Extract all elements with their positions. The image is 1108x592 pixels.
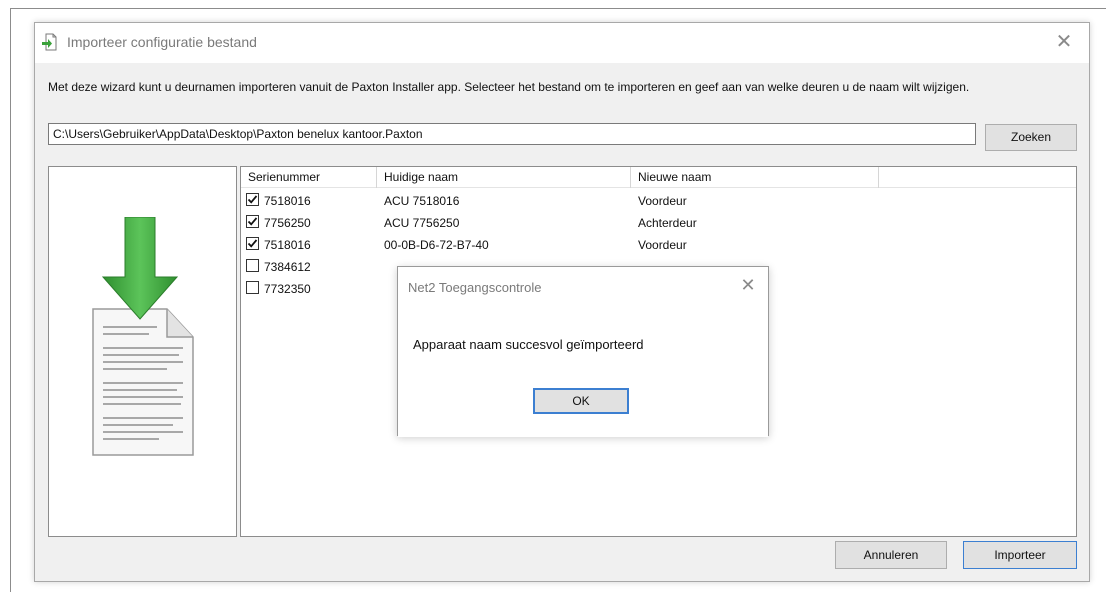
messagebox-titlebar: Net2 Toegangscontrole ✕ (398, 267, 768, 307)
cell-current-name: ACU 7756250 (384, 216, 460, 230)
column-serial[interactable]: Serienummer (241, 167, 377, 188)
import-button[interactable]: Importeer (963, 541, 1077, 569)
table-row[interactable]: 7518016 00-0B-D6-72-B7-40 Voordeur (241, 234, 1076, 256)
file-path-input[interactable] (48, 123, 976, 145)
column-new-name[interactable]: Nieuwe naam (631, 167, 879, 188)
dialog-title: Importeer configuratie bestand (67, 34, 257, 50)
cell-serial: 7518016 (264, 238, 311, 252)
close-icon[interactable]: ✕ (738, 276, 758, 296)
document-download-icon (92, 217, 194, 456)
table-row[interactable]: 7518016 ACU 7518016 Voordeur (241, 190, 1076, 212)
dialog-titlebar: Importeer configuratie bestand ✕ (35, 23, 1089, 63)
cancel-button[interactable]: Annuleren (835, 541, 947, 569)
wizard-description: Met deze wizard kunt u deurnamen importe… (48, 80, 970, 94)
cell-current-name: ACU 7518016 (384, 194, 460, 208)
cell-new-name: Voordeur (638, 238, 687, 252)
messagebox-title: Net2 Toegangscontrole (408, 280, 542, 295)
row-checkbox[interactable] (246, 237, 259, 250)
import-config-dialog: Importeer configuratie bestand ✕ Met dez… (34, 22, 1090, 582)
success-messagebox: Net2 Toegangscontrole ✕ Apparaat naam su… (397, 266, 769, 437)
messagebox-body: Apparaat naam succesvol geïmporteerd (398, 307, 768, 437)
import-file-icon (42, 33, 57, 51)
row-checkbox[interactable] (246, 193, 259, 206)
column-current-name[interactable]: Huidige naam (377, 167, 631, 188)
illustration-panel (48, 166, 237, 537)
cell-serial: 7732350 (264, 282, 311, 296)
close-icon[interactable]: ✕ (1053, 30, 1075, 52)
list-header: Serienummer Huidige naam Nieuwe naam (241, 167, 1076, 188)
cell-serial: 7756250 (264, 216, 311, 230)
table-row[interactable]: 7756250 ACU 7756250 Achterdeur (241, 212, 1076, 234)
cell-current-name: 00-0B-D6-72-B7-40 (384, 238, 489, 252)
cell-new-name: Voordeur (638, 194, 687, 208)
messagebox-message: Apparaat naam succesvol geïmporteerd (413, 337, 644, 352)
row-checkbox[interactable] (246, 259, 259, 272)
search-button[interactable]: Zoeken (985, 124, 1077, 151)
ok-button[interactable]: OK (533, 388, 629, 414)
row-checkbox[interactable] (246, 215, 259, 228)
cell-serial: 7384612 (264, 260, 311, 274)
row-checkbox[interactable] (246, 281, 259, 294)
cell-new-name: Achterdeur (638, 216, 697, 230)
cell-serial: 7518016 (264, 194, 311, 208)
